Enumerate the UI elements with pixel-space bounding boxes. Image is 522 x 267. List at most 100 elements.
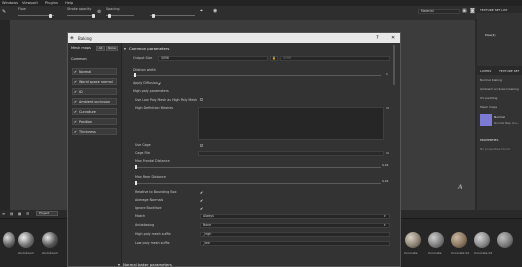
material-label: Concrete [428, 251, 442, 255]
check-icon[interactable]: ✔ [74, 120, 77, 124]
material-aluminium-2[interactable] [42, 232, 58, 248]
material-aluminium-3[interactable] [3, 232, 15, 248]
tool-strip [0, 20, 10, 210]
view-icon[interactable]: ▣ [462, 8, 467, 14]
high-def-meshes-list[interactable] [198, 107, 384, 140]
check-icon[interactable]: ✔ [74, 100, 77, 104]
camera-icon[interactable]: ◉ [213, 8, 217, 14]
shelf-filter-icon[interactable]: ▤ [10, 212, 13, 216]
max-frontal-knob[interactable] [135, 165, 137, 169]
chevron-down-icon[interactable]: ▾ [124, 46, 126, 51]
map-item-position[interactable]: ✔ Position [72, 118, 117, 125]
texture-set-list-tab[interactable]: TEXTURE SET LIST [480, 8, 508, 12]
stroke-opacity-knob[interactable] [92, 13, 95, 18]
screenshot-icon[interactable]: ◙ [470, 8, 475, 14]
match-select[interactable]: Always [200, 214, 390, 219]
check-icon[interactable]: ✔ [74, 80, 77, 84]
use-low-poly-checkbox[interactable] [200, 98, 203, 101]
high-def-meshes-label: High Definition Meshes [135, 106, 174, 110]
none-button[interactable]: None [106, 46, 118, 51]
menu-plugins[interactable]: Plugins [45, 1, 58, 5]
map-item-thickness[interactable]: ✔ Thickness [72, 128, 117, 135]
brush-icon[interactable]: ✎ [2, 9, 6, 15]
spacing-knob[interactable] [108, 13, 111, 18]
layers-tab[interactable]: LAYERS [480, 69, 491, 73]
max-rear-value[interactable]: 0.01 [382, 179, 389, 183]
material-concrete-1[interactable] [405, 232, 421, 248]
symmetry-icon[interactable]: ⌖ [200, 8, 203, 14]
lock-icon[interactable]: 🔒 [270, 56, 278, 61]
antialiasing-label: Antialiasing [135, 223, 155, 227]
shelf-menu-icon[interactable]: ≡ [2, 211, 5, 216]
max-frontal-label: Max Frontal Distance [135, 159, 170, 163]
check-icon[interactable]: ✔ [74, 90, 77, 94]
material-aluminium-1[interactable] [18, 232, 34, 248]
dilation-width-knob[interactable] [134, 73, 136, 77]
material-concrete-3[interactable] [451, 232, 467, 248]
map-item-ambient-occlusion[interactable]: ✔ Ambient occlusion [72, 98, 117, 105]
high-poly-suffix-input[interactable]: _high [200, 232, 390, 237]
menu-help[interactable]: Help [65, 1, 73, 5]
max-frontal-value[interactable]: 0.01 [382, 163, 389, 167]
map-item-id[interactable]: ✔ ID [72, 88, 117, 95]
shelf-project-tab[interactable]: Project [36, 211, 58, 216]
low-poly-suffix-input[interactable]: _low [200, 241, 390, 246]
material-combo[interactable]: Material [418, 9, 460, 14]
map-item-curvature[interactable]: ✔ Curvature [72, 108, 117, 115]
material-label: Concrete 01 [451, 251, 470, 255]
folder-icon[interactable]: ▭ [386, 106, 389, 110]
material-label: Concrete [404, 251, 418, 255]
output-size-combo[interactable]: 4096 [158, 56, 268, 61]
flow-label: Flow [18, 7, 26, 11]
dilation-width-slider[interactable] [133, 75, 381, 76]
dialog-scrollbar[interactable] [393, 45, 395, 85]
texture-set-tab[interactable]: TEXTURE SET [499, 69, 519, 73]
material-concrete-2[interactable] [428, 232, 444, 248]
chevron-down-icon[interactable]: ▾ [118, 262, 120, 267]
output-size-combo-2[interactable]: 4096 [280, 56, 390, 61]
lazy-mouse-icon[interactable]: ⊚ [97, 9, 101, 15]
folder-icon[interactable]: ▭ [386, 151, 389, 155]
flow-slider-knob[interactable] [49, 13, 52, 18]
menu-windows[interactable]: Windows [2, 1, 18, 5]
shelf-list-icon[interactable]: ☰ [26, 212, 29, 216]
material-concrete-5[interactable] [497, 232, 513, 248]
normal-map-thumbnail[interactable] [480, 114, 492, 126]
extra-slider[interactable] [150, 15, 195, 16]
material-concrete-4[interactable] [474, 232, 490, 248]
common-label: Common [71, 57, 87, 61]
ignore-backface-checkbox[interactable]: ✔ [200, 206, 203, 211]
stroke-opacity-slider[interactable] [67, 15, 95, 16]
shelf-grid-icon[interactable]: ▦ [18, 212, 21, 216]
relative-bbox-checkbox[interactable]: ✔ [200, 190, 203, 195]
rp-ao-baking[interactable]: Ambient occlusion baking [480, 87, 519, 91]
menu-viewport[interactable]: Viewport [22, 1, 38, 5]
dialog-title: Baking [78, 35, 92, 41]
extra-knob[interactable] [152, 13, 155, 18]
dilation-width-value[interactable]: 1 [386, 72, 388, 76]
map-item-world-space-normal[interactable]: ✔ World space normal [72, 78, 117, 85]
rp-normal-baking[interactable]: Normal baking [480, 78, 502, 82]
texture-set-pipe[interactable]: Pipe(4) [485, 33, 496, 37]
dilation-width-label: Dilation width [133, 68, 156, 72]
apply-diffusion-checkbox[interactable]: ✔ [158, 81, 161, 86]
max-rear-knob[interactable] [135, 181, 137, 185]
rp-uv-padding[interactable]: UV padding [480, 96, 497, 100]
close-icon[interactable]: ✕ [391, 35, 395, 41]
antialiasing-select[interactable]: None [200, 223, 390, 228]
cage-file-input[interactable] [198, 151, 384, 156]
map-item-normal[interactable]: ✔ Normal [72, 68, 117, 75]
check-icon[interactable]: ✔ [74, 130, 77, 134]
max-frontal-slider[interactable] [135, 167, 381, 168]
use-low-poly-label: Use Low Poly Mesh as High Poly Mesh [135, 98, 198, 102]
help-icon[interactable]: ? [376, 35, 379, 41]
all-button[interactable]: All [96, 46, 105, 51]
normal-map-name: Normal [494, 115, 505, 119]
average-normals-checkbox[interactable]: ✔ [200, 198, 203, 203]
app-icon: ◈ [70, 34, 74, 41]
rp-mesh-maps[interactable]: Mesh maps [480, 105, 497, 109]
use-cage-checkbox[interactable] [200, 143, 203, 147]
check-icon[interactable]: ✔ [74, 70, 77, 74]
check-icon[interactable]: ✔ [74, 110, 77, 114]
max-rear-slider[interactable] [135, 183, 381, 184]
